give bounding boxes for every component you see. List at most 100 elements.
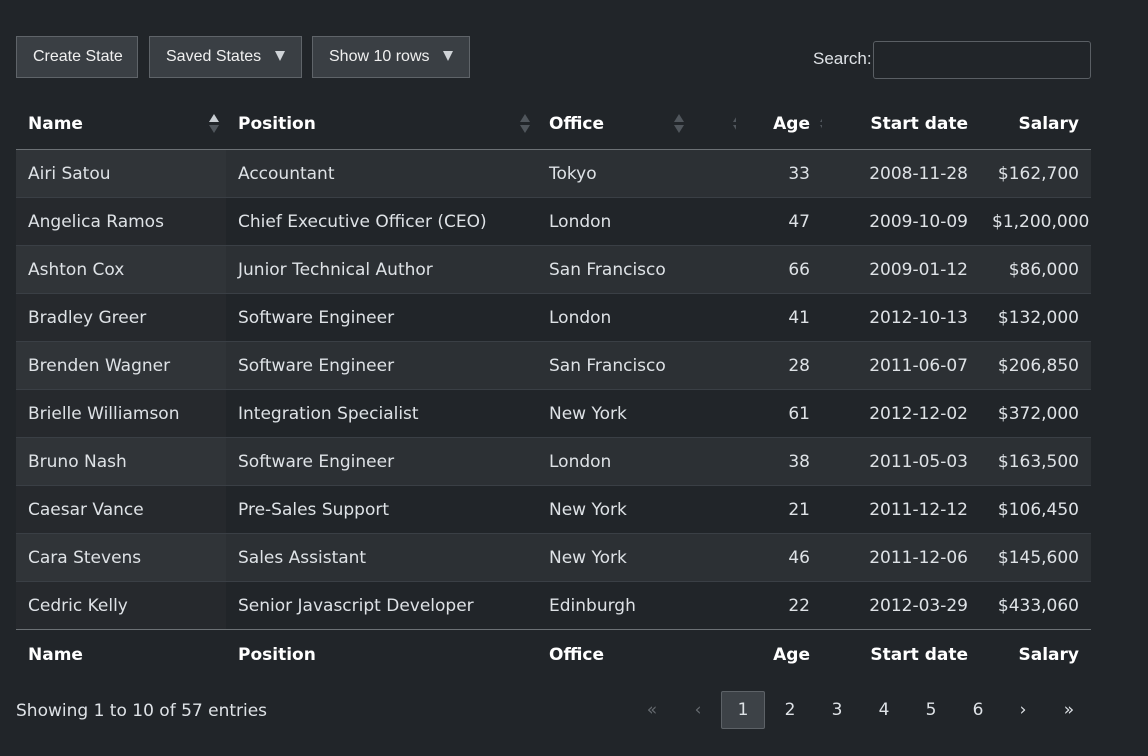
cell-position: Software Engineer bbox=[226, 437, 537, 486]
column-header-label: Name bbox=[28, 114, 83, 134]
table-row: Cara Stevens Sales Assistant New York 46… bbox=[16, 533, 1091, 582]
cell-age: 21 bbox=[736, 485, 822, 534]
cell-name: Brielle Williamson bbox=[16, 389, 226, 438]
caret-down-icon bbox=[275, 51, 285, 61]
column-header-label: Office bbox=[549, 114, 605, 134]
cell-office: London bbox=[537, 197, 736, 246]
saved-states-label: Saved States bbox=[166, 48, 262, 65]
caret-down-icon bbox=[443, 51, 453, 61]
cell-salary: $433,060 bbox=[997, 595, 1079, 616]
table-row: Cedric Kelly Senior Javascript Developer… bbox=[16, 581, 1091, 630]
cell-name: Caesar Vance bbox=[16, 485, 226, 534]
table-row: Angelica Ramos Chief Executive Officer (… bbox=[16, 197, 1091, 246]
cell-office: New York bbox=[537, 389, 736, 438]
cell-position: Junior Technical Author bbox=[226, 245, 537, 294]
previous-page-button[interactable]: ‹ bbox=[676, 691, 720, 729]
cell-salary: $162,700 bbox=[980, 149, 1091, 198]
column-header-label: Salary bbox=[1018, 114, 1079, 134]
page-button-2[interactable]: 2 bbox=[768, 691, 812, 729]
cell-age: 38 bbox=[736, 437, 822, 486]
cell-name: Ashton Cox bbox=[16, 245, 226, 294]
cell-name: Bruno Nash bbox=[16, 437, 226, 486]
cell-office: Tokyo bbox=[537, 149, 736, 198]
cell-start-date: 2011-12-12 bbox=[822, 485, 980, 534]
cell-salary: $106,450 bbox=[980, 485, 1091, 534]
cell-age: 22 bbox=[788, 595, 810, 616]
column-header-name[interactable]: Name bbox=[16, 99, 226, 150]
footer-office: Office bbox=[537, 629, 736, 680]
cell-office: Edinburgh bbox=[549, 595, 636, 616]
data-table: Name Position Office Age Start date Sala… bbox=[16, 99, 1091, 680]
cell-salary: $163,500 bbox=[980, 437, 1091, 486]
cell-age: 66 bbox=[736, 245, 822, 294]
cell-position: Accountant bbox=[226, 149, 537, 198]
page-button-6[interactable]: 6 bbox=[956, 691, 1000, 729]
cell-start-date: 2011-12-06 bbox=[822, 533, 980, 582]
cell-start-date: 2009-01-12 bbox=[822, 245, 980, 294]
show-rows-button[interactable]: Show 10 rows bbox=[312, 36, 470, 78]
cell-name: Brenden Wagner bbox=[16, 341, 226, 390]
cell-position: Integration Specialist bbox=[226, 389, 537, 438]
cell-start-date: 2012-12-02 bbox=[822, 389, 980, 438]
page-button-4[interactable]: 4 bbox=[862, 691, 906, 729]
table-footer-row: Name Position Office Age Start date Sala… bbox=[16, 629, 1091, 680]
cell-position: Sales Assistant bbox=[226, 533, 537, 582]
cell-position: Chief Executive Officer (CEO) bbox=[226, 197, 537, 246]
cell-salary: $206,850 bbox=[980, 341, 1091, 390]
saved-states-button[interactable]: Saved States bbox=[149, 36, 302, 78]
next-page-button[interactable]: › bbox=[1001, 691, 1045, 729]
column-header-position[interactable]: Position bbox=[226, 99, 537, 150]
cell-salary: $372,000 bbox=[980, 389, 1091, 438]
cell-office: London bbox=[537, 437, 736, 486]
cell-office: New York bbox=[537, 533, 736, 582]
page-button-1[interactable]: 1 bbox=[721, 691, 765, 729]
cell-age: 41 bbox=[736, 293, 822, 342]
cell-age: 46 bbox=[736, 533, 822, 582]
first-page-button[interactable]: « bbox=[630, 691, 674, 729]
cell-name: Angelica Ramos bbox=[16, 197, 226, 246]
sort-icon bbox=[520, 114, 530, 134]
column-header-salary[interactable]: Salary bbox=[980, 99, 1091, 150]
footer-salary: Salary bbox=[980, 629, 1091, 680]
page-button-3[interactable]: 3 bbox=[815, 691, 859, 729]
footer-name: Name bbox=[16, 629, 226, 680]
cell-position: Software Engineer bbox=[226, 293, 537, 342]
cell-office: San Francisco bbox=[537, 245, 736, 294]
search-input[interactable] bbox=[873, 41, 1091, 79]
cell-age: 33 bbox=[736, 149, 822, 198]
cell-start-date: 2011-06-07 bbox=[822, 341, 980, 390]
column-header-label: Age bbox=[773, 114, 810, 134]
cell-age: 47 bbox=[736, 197, 822, 246]
table-info: Showing 1 to 10 of 57 entries bbox=[16, 701, 268, 721]
sort-icon bbox=[674, 114, 684, 134]
cell-office: London bbox=[537, 293, 736, 342]
cell-start-date: 2012-10-13 bbox=[822, 293, 980, 342]
footer-start-date: Start date bbox=[822, 629, 980, 680]
column-header-age[interactable]: Age bbox=[736, 99, 822, 150]
table-row: Ashton Cox Junior Technical Author San F… bbox=[16, 245, 1091, 294]
cell-office: San Francisco bbox=[537, 341, 736, 390]
cell-name: Bradley Greer bbox=[16, 293, 226, 342]
cell-age: 28 bbox=[736, 341, 822, 390]
cell-office: New York bbox=[537, 485, 736, 534]
cell-start-date: 2009-10-09 bbox=[822, 197, 980, 246]
cell-start-date: 2011-05-03 bbox=[822, 437, 980, 486]
cell-salary: $1,200,000 bbox=[980, 197, 1091, 246]
last-page-button[interactable]: » bbox=[1047, 691, 1091, 729]
cell-position: Pre-Sales Support bbox=[226, 485, 537, 534]
cell-name: Cara Stevens bbox=[16, 533, 226, 582]
footer-position: Position bbox=[226, 629, 537, 680]
footer-age: Age bbox=[736, 629, 822, 680]
cell-position: Software Engineer bbox=[226, 341, 537, 390]
cell-name: Airi Satou bbox=[16, 149, 226, 198]
page-button-5[interactable]: 5 bbox=[909, 691, 953, 729]
table-row: Airi Satou Accountant Tokyo 33 2008-11-2… bbox=[16, 149, 1091, 198]
column-header-label: Start date bbox=[870, 114, 968, 134]
table-row: Brenden Wagner Software Engineer San Fra… bbox=[16, 341, 1091, 390]
cell-start-date: 2008-11-28 bbox=[822, 149, 980, 198]
create-state-button[interactable]: Create State bbox=[16, 36, 138, 78]
column-header-office[interactable]: Office bbox=[537, 99, 736, 150]
search-label: Search: bbox=[813, 49, 872, 68]
column-header-start-date[interactable]: Start date bbox=[822, 99, 980, 150]
cell-salary: $145,600 bbox=[980, 533, 1091, 582]
